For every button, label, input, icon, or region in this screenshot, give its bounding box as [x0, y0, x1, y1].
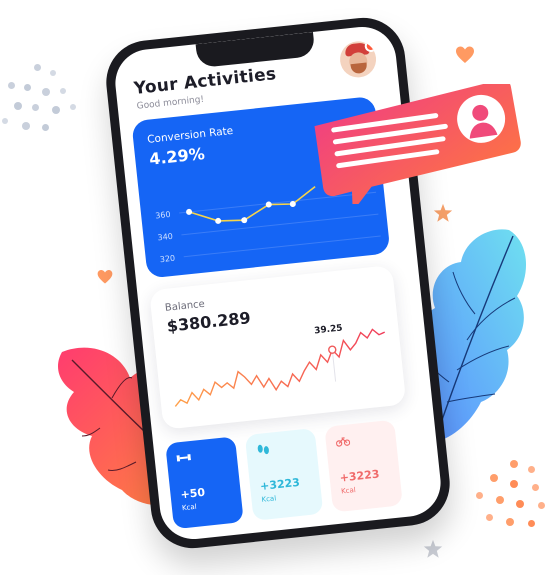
tile-unit: Kcal	[261, 494, 277, 504]
heart-decoration-icon	[456, 46, 474, 63]
star-decoration-icon	[433, 203, 453, 222]
conversion-point	[186, 208, 193, 215]
page-title: Your Activities	[132, 64, 278, 99]
conversion-point	[215, 217, 222, 224]
message-bubble	[312, 79, 522, 212]
conversion-line	[188, 185, 316, 222]
footsteps-icon	[257, 444, 269, 455]
activity-tile-steps[interactable]: +3223 Kcal	[244, 427, 324, 521]
dumbbell-icon	[176, 454, 192, 462]
tile-value: +3223	[259, 475, 301, 493]
balance-card[interactable]: 39.25 Balance $380.289	[149, 265, 407, 430]
cycling-icon	[335, 437, 351, 447]
dot-cluster-left	[0, 60, 90, 140]
avatar[interactable]	[338, 39, 378, 80]
tile-value: +3223	[339, 467, 381, 485]
activity-tile-cycling[interactable]: +3223 Kcal	[324, 419, 403, 513]
activity-tile-workout[interactable]: +50 Kcal	[165, 436, 244, 530]
avatar-beard	[350, 62, 368, 75]
marker-line	[331, 349, 337, 382]
y-tick-label: 320	[159, 254, 175, 265]
heart-decoration-icon	[97, 270, 113, 284]
online-status-dot	[364, 39, 378, 53]
y-tick-label: 340	[157, 232, 173, 243]
message-bubble-graphic	[314, 79, 521, 212]
balance-line	[174, 328, 386, 407]
marker-label: 39.25	[314, 324, 343, 337]
tile-unit: Kcal	[181, 502, 198, 513]
marker-point	[328, 345, 337, 354]
tile-unit: Kcal	[340, 486, 357, 496]
dot-cluster-right	[470, 458, 557, 538]
balance-chart: 39.25	[174, 324, 386, 407]
y-tick-label: 360	[155, 210, 171, 221]
tile-value: +50	[179, 485, 206, 502]
star-decoration-icon	[423, 539, 443, 558]
